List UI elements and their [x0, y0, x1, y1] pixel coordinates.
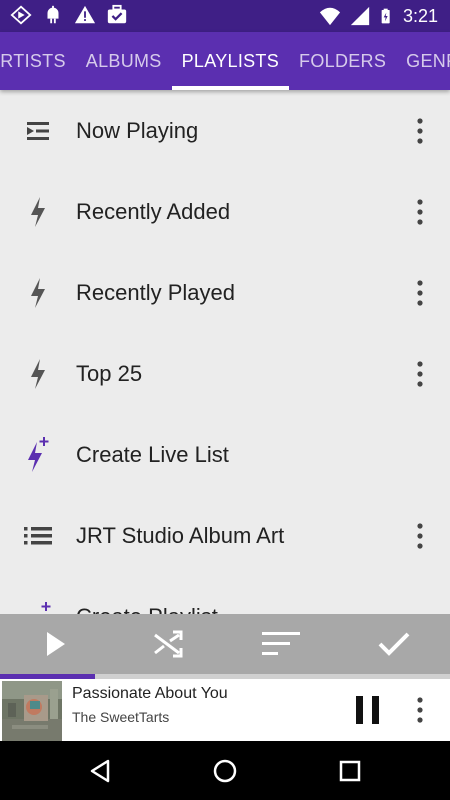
- tab-albums[interactable]: ALBUMS: [76, 32, 172, 90]
- tab-genres[interactable]: GENRES: [396, 32, 450, 90]
- play-icon: [47, 632, 65, 656]
- playback-controls: [0, 614, 450, 674]
- more-vert-icon[interactable]: [408, 113, 432, 149]
- lightning-icon: [20, 194, 56, 230]
- lightning-plus-icon: [20, 436, 56, 473]
- tab-playlists[interactable]: PLAYLISTS: [171, 32, 290, 90]
- status-bar: 3:21: [0, 0, 450, 32]
- now-playing-icon: [20, 113, 56, 149]
- more-vert-icon[interactable]: [408, 275, 432, 311]
- pause-button[interactable]: [352, 693, 384, 727]
- play-button[interactable]: [0, 614, 112, 674]
- home-button[interactable]: [195, 741, 255, 800]
- tab-bar: ARTISTSALBUMSPLAYLISTSFOLDERSGENRES: [0, 32, 450, 90]
- album-art[interactable]: [2, 681, 62, 741]
- now-playing-title: Passionate About You: [72, 685, 228, 702]
- lightning-icon: [20, 356, 56, 392]
- recents-button[interactable]: [320, 741, 380, 800]
- back-icon: [90, 759, 110, 782]
- playlist-item-top-25[interactable]: Top 25: [0, 333, 450, 414]
- playlist-item-jrt-studio-album-art[interactable]: JRT Studio Album Art: [0, 495, 450, 576]
- sort-icon: [262, 632, 300, 655]
- playlist-item-label: Top 25: [76, 360, 143, 386]
- more-vert-icon[interactable]: [408, 518, 432, 554]
- battery-charging-icon: [381, 8, 390, 24]
- clock-time: 3:21: [402, 6, 438, 26]
- sort-button[interactable]: [225, 614, 337, 674]
- list-plus-icon: [20, 599, 56, 614]
- shuffle-icon: [154, 630, 183, 658]
- signal-icon: [350, 6, 370, 26]
- playlist-item-label: Recently Played: [76, 279, 235, 305]
- back-button[interactable]: [70, 741, 130, 800]
- briefcase-check-icon: [107, 4, 127, 24]
- media-player-icon: [10, 5, 32, 25]
- playlist-item-label: Recently Added: [76, 198, 231, 224]
- more-vert-icon[interactable]: [408, 194, 432, 230]
- select-button[interactable]: [338, 614, 450, 674]
- playlist-item-label: JRT Studio Album Art: [76, 522, 285, 548]
- home-icon: [213, 759, 237, 782]
- wifi-icon: [319, 7, 341, 26]
- now-playing-more-button[interactable]: [408, 693, 432, 727]
- playlist-item-recently-played[interactable]: Recently Played: [0, 252, 450, 333]
- shuffle-button[interactable]: [112, 614, 224, 674]
- playlist-list[interactable]: Now Playing Recently Added Recently Played…: [0, 90, 450, 614]
- check-icon: [378, 632, 410, 656]
- playlist-item-create-playlist[interactable]: Create Playlist: [0, 576, 450, 614]
- tab-artists[interactable]: ARTISTS: [0, 32, 76, 90]
- playlist-item-label: Create Live List: [76, 441, 229, 467]
- warning-icon: [74, 5, 96, 24]
- lightning-icon: [20, 275, 56, 311]
- playlist-item-label: Create Playlist: [76, 604, 218, 615]
- now-playing-bar[interactable]: Passionate About You The SweetTarts: [0, 679, 450, 741]
- playlist-item-create-live-list[interactable]: Create Live List: [0, 414, 450, 495]
- pause-icon: [356, 696, 379, 724]
- now-playing-artist: The SweetTarts: [72, 709, 170, 725]
- playlist-item-now-playing[interactable]: Now Playing: [0, 90, 450, 171]
- more-vert-icon[interactable]: [408, 356, 432, 392]
- android-debug-icon: [47, 5, 59, 24]
- playlist-item-label: Now Playing: [76, 117, 199, 143]
- list-icon: [20, 518, 56, 554]
- more-vert-icon: [417, 697, 423, 723]
- system-nav-bar: [0, 741, 450, 800]
- tab-folders[interactable]: FOLDERS: [289, 32, 396, 90]
- recents-icon: [339, 760, 361, 781]
- playlist-item-recently-added[interactable]: Recently Added: [0, 171, 450, 252]
